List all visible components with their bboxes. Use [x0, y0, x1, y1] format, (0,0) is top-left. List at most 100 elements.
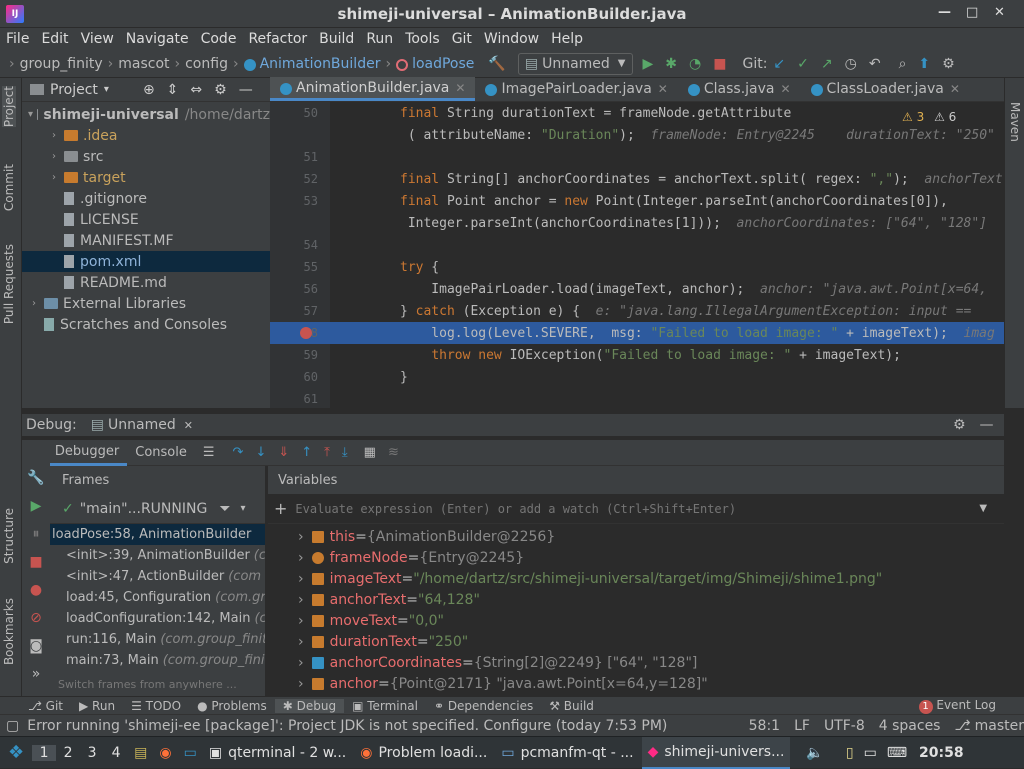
stack-frame[interactable]: <init>:47, ActionBuilder (com — [50, 566, 265, 587]
close-tab-icon[interactable]: ✕ — [780, 82, 790, 96]
menu-help[interactable]: Help — [551, 31, 583, 47]
chevron-icon[interactable]: › — [298, 529, 304, 545]
menu-build[interactable]: Build — [319, 31, 354, 47]
code-line[interactable]: 61 — [270, 388, 1004, 410]
line-number[interactable]: 57 — [270, 304, 318, 318]
breadcrumb-method[interactable]: loadPose — [412, 56, 474, 72]
rollback-icon[interactable]: ↶ — [869, 56, 881, 72]
cursor-position[interactable]: 58:1 — [749, 718, 780, 734]
file-manager-launcher-icon[interactable]: ▤ — [134, 745, 147, 761]
line-separator[interactable]: LF — [794, 718, 810, 734]
add-icon[interactable]: + — [274, 499, 287, 518]
tree-item[interactable]: ▾ shimeji-universal/home/dartz — [22, 104, 270, 125]
stack-frame[interactable]: load:45, Configuration (com.gr — [50, 587, 265, 608]
menu-refactor[interactable]: Refactor — [248, 31, 307, 47]
menu-tools[interactable]: Tools — [405, 31, 440, 47]
chevron-down-icon[interactable]: ▼ — [979, 503, 987, 514]
line-number[interactable]: 56 — [270, 282, 318, 296]
workspace-2[interactable]: 2 — [56, 745, 80, 761]
line-number[interactable]: 53 — [270, 194, 318, 208]
variable-row[interactable]: › frameNode = {Entry@2245} — [268, 547, 1004, 568]
layout-icon[interactable]: ☰ — [203, 445, 215, 460]
chevron-icon[interactable]: › — [48, 130, 60, 141]
hide-icon[interactable]: — — [980, 417, 994, 433]
tab-problems[interactable]: ● Problems — [189, 699, 275, 713]
git-update-icon[interactable]: ↙ — [773, 56, 785, 72]
commit-tool-tab[interactable]: Commit — [2, 164, 16, 211]
tree-item[interactable]: Scratches and Consoles — [22, 314, 270, 335]
close-button[interactable]: ✕ — [994, 5, 1005, 20]
tab-todo[interactable]: ☰ TODO — [123, 699, 189, 713]
thread-select[interactable]: ✓ "main"...RUNNING ⏷ ▾ — [50, 494, 265, 524]
menu-code[interactable]: Code — [201, 31, 237, 47]
workspace-3[interactable]: 3 — [80, 745, 104, 761]
tab-terminal[interactable]: ▣ Terminal — [344, 699, 426, 713]
project-tool-tab[interactable]: Project — [2, 86, 16, 128]
expand-icon[interactable]: ⇔ — [190, 82, 202, 98]
more-icon[interactable]: » — [22, 666, 50, 686]
variable-row[interactable]: › anchorCoordinates = {String[2]@2249} ["… — [268, 652, 1004, 673]
stack-frame[interactable]: run:116, Main (com.group_finity — [50, 629, 265, 650]
stack-frame[interactable]: main:73, Main (com.group_finit — [50, 650, 265, 671]
pause-icon[interactable]: ⏸ — [22, 526, 50, 554]
tab-git[interactable]: ⎇ Git — [20, 699, 71, 713]
breadcrumb-mascot[interactable]: mascot — [118, 56, 169, 72]
code-line[interactable]: 59 throw new IOException("Failed to load… — [270, 344, 1004, 366]
tab-animationbuilder[interactable]: AnimationBuilder.java ✕ — [270, 77, 476, 101]
event-log-button[interactable]: 1 Event Log — [911, 698, 1004, 714]
task-firefox[interactable]: ◉ Problem loadi... — [354, 737, 493, 769]
variable-row[interactable]: › moveText = "0,0" — [268, 610, 1004, 631]
task-qterminal[interactable]: ▣ qterminal - 2 w... — [203, 737, 352, 769]
chevron-icon[interactable]: › — [28, 298, 40, 309]
stop-icon[interactable]: ■ — [713, 56, 726, 72]
resume-icon[interactable]: ▶ — [22, 498, 50, 526]
current-line[interactable]: 58 log.log(Level.SEVERE, msg: "Failed to… — [270, 322, 1004, 344]
tab-classloader[interactable]: ClassLoader.java ✕ — [801, 77, 970, 101]
tree-item[interactable]: MANIFEST.MF — [22, 230, 270, 251]
git-commit-icon[interactable]: ✓ — [797, 56, 809, 72]
tree-item[interactable]: README.md — [22, 272, 270, 293]
chevron-icon[interactable]: › — [48, 151, 60, 162]
tab-console[interactable]: Console — [127, 440, 195, 466]
indent-setting[interactable]: 4 spaces — [879, 718, 941, 734]
stack-frame[interactable]: <init>:39, AnimationBuilder (c — [50, 545, 265, 566]
tree-item[interactable]: › src — [22, 146, 270, 167]
line-number[interactable]: 52 — [270, 172, 318, 186]
line-number[interactable]: 51 — [270, 150, 318, 164]
status-square-icon[interactable]: ▢ — [6, 718, 19, 734]
project-view-select[interactable]: Project — [50, 82, 98, 98]
breadcrumb-class[interactable]: AnimationBuilder — [260, 56, 381, 72]
tree-item[interactable]: LICENSE — [22, 209, 270, 230]
run-icon[interactable]: ▶ — [643, 56, 654, 72]
pull-requests-tool-tab[interactable]: Pull Requests — [2, 244, 16, 324]
stack-frame[interactable]: loadConfiguration:142, Main(co — [50, 608, 265, 629]
breadcrumb-group-finity[interactable]: group_finity — [20, 56, 103, 72]
variable-row[interactable]: › anchor = {Point@2171} "java.awt.Point[x… — [268, 673, 1004, 694]
evaluate-expression-input[interactable] — [295, 501, 976, 516]
tab-class[interactable]: Class.java ✕ — [678, 77, 801, 101]
line-number[interactable]: 55 — [270, 260, 318, 274]
code-line[interactable]: 60} — [270, 366, 1004, 388]
chevron-icon[interactable]: › — [298, 571, 304, 587]
close-tab-icon[interactable]: ✕ — [455, 81, 465, 95]
keyboard-icon[interactable]: ⌨ — [887, 745, 907, 761]
tab-imagepairloader[interactable]: ImagePairLoader.java ✕ — [475, 77, 677, 101]
code-line[interactable]: 50 final String durationText = frameNode.… — [270, 102, 1004, 124]
chevron-icon[interactable]: › — [298, 592, 304, 608]
gear-icon[interactable]: ⚙ — [953, 417, 966, 433]
minimize-button[interactable]: — — [938, 5, 951, 20]
breakpoint-icon[interactable] — [300, 327, 312, 339]
view-breakpoints-icon[interactable]: ● — [22, 582, 50, 610]
force-step-into-icon[interactable]: ⇓ — [278, 445, 289, 460]
chevron-icon[interactable]: › — [48, 172, 60, 183]
tab-run[interactable]: ▶ Run — [71, 699, 123, 713]
evaluate-icon[interactable]: ▦ — [364, 445, 376, 460]
breadcrumb-config[interactable]: config — [185, 56, 228, 72]
step-over-icon[interactable]: ↷ — [233, 445, 244, 460]
locate-icon[interactable]: ⊕ — [143, 82, 155, 98]
code-line[interactable]: 53 final Point anchor = new Point(Integer… — [270, 190, 1004, 212]
code-line[interactable]: 52 final String[] anchorCoordinates = anc… — [270, 168, 1004, 190]
settings-icon[interactable]: ⚙ — [942, 56, 955, 72]
menu-view[interactable]: View — [81, 31, 114, 47]
variable-row[interactable]: › this = {AnimationBuilder@2256} — [268, 526, 1004, 547]
